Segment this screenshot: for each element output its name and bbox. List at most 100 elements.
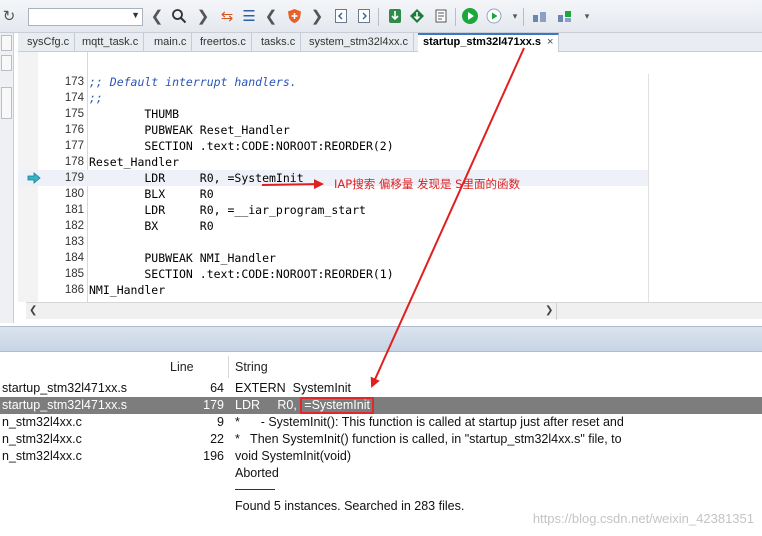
- result-line-number: 196: [203, 449, 224, 463]
- open-file-icon[interactable]: [332, 6, 350, 26]
- right-margin-guide: [648, 74, 649, 302]
- code-line[interactable]: 175 THUMB: [18, 106, 648, 122]
- debug-icon[interactable]: [432, 6, 450, 26]
- find-icon[interactable]: [170, 6, 188, 26]
- scroll-right-icon[interactable]: ❯: [545, 305, 553, 316]
- code-line[interactable]: 181 LDR R0, =__iar_program_start: [18, 202, 648, 218]
- code-text[interactable]: LDR R0, =SystemInit: [89, 170, 303, 186]
- run-icon[interactable]: [485, 6, 503, 26]
- result-string: * - SystemInit(): This function is calle…: [235, 415, 624, 429]
- line-number: 177: [64, 140, 84, 152]
- code-line[interactable]: 174;;: [18, 90, 648, 106]
- line-number: 178: [64, 156, 84, 168]
- result-line-number: 22: [210, 432, 224, 446]
- code-line[interactable]: 173 ;; Default interrupt handlers.: [18, 74, 648, 90]
- column-header-string[interactable]: String: [235, 360, 268, 376]
- result-row[interactable]: n_stm32l4xx.c 196 void SystemInit(void): [0, 448, 762, 465]
- code-editor[interactable]: 173;; Default interrupt handlers. 174;; 17…: [18, 52, 762, 322]
- code-text[interactable]: THUMB: [89, 106, 179, 122]
- code-text[interactable]: Reset_Handler: [89, 154, 179, 170]
- code-text[interactable]: LDR R0, =__iar_program_start: [89, 202, 366, 218]
- scroll-left-icon[interactable]: ❮: [29, 305, 37, 316]
- back-icon[interactable]: ❮: [148, 6, 166, 26]
- tab-label: mqtt_task.c: [82, 36, 139, 48]
- result-file: n_stm32l4xx.c: [2, 449, 82, 463]
- nav-right-icon[interactable]: ❯: [308, 6, 326, 26]
- result-string: LDR R0, =SystemInit: [235, 397, 374, 414]
- chevron-down-icon[interactable]: ▾: [578, 6, 596, 26]
- line-number: 175: [64, 108, 84, 120]
- result-row[interactable]: startup_stm32l471xx.s 64 EXTERN SystemInit: [0, 380, 762, 397]
- forward-icon[interactable]: ❯: [194, 6, 212, 26]
- find-in-files-results[interactable]: Line String startup_stm32l471xx.s 64 EXTER…: [0, 352, 762, 536]
- layout-icon[interactable]: [531, 6, 549, 26]
- close-icon[interactable]: ×: [547, 36, 553, 48]
- code-line[interactable]: 177 SECTION .text:CODE:NOROOT:REORDER(2): [18, 138, 648, 154]
- code-text[interactable]: ;; Default interrupt handlers.: [89, 74, 297, 90]
- toolbar-separator: [455, 8, 456, 26]
- code-line[interactable]: 176 PUBWEAK Reset_Handler: [18, 122, 648, 138]
- code-text[interactable]: SECTION .text:CODE:NOROOT:REORDER(2): [89, 138, 393, 154]
- chevron-down-icon[interactable]: ▼: [131, 10, 140, 20]
- find-combo[interactable]: ▼: [28, 8, 143, 26]
- code-line[interactable]: 184 PUBWEAK NMI_Handler: [18, 250, 648, 266]
- code-line[interactable]: 185 SECTION .text:CODE:NOROOT:REORDER(1): [18, 266, 648, 282]
- code-text[interactable]: ;;: [89, 90, 103, 106]
- code-text[interactable]: PUBWEAK NMI_Handler: [89, 250, 276, 266]
- code-line[interactable]: 182 BX R0: [18, 218, 648, 234]
- code-text[interactable]: NMI_Handler: [89, 282, 165, 298]
- code-line[interactable]: 178 Reset_Handler: [18, 154, 648, 170]
- left-panel-edge[interactable]: [0, 33, 14, 323]
- result-string: void SystemInit(void): [235, 449, 352, 463]
- result-row[interactable]: n_stm32l4xx.c 22 * Then SystemInit() funct…: [0, 431, 762, 448]
- code-line[interactable]: 186 NMI_Handler: [18, 282, 648, 298]
- save-file-icon[interactable]: [355, 6, 373, 26]
- result-row[interactable]: Aborted: [0, 465, 762, 482]
- code-line[interactable]: 180 BLX R0: [18, 186, 648, 202]
- chevron-down-icon[interactable]: ▾: [506, 6, 524, 26]
- layout-2-icon[interactable]: [556, 6, 574, 26]
- line-number: 183: [64, 236, 84, 248]
- tab-tasks[interactable]: tasks.c: [256, 33, 302, 52]
- result-file: n_stm32l4xx.c: [2, 432, 82, 446]
- result-file: n_stm32l4xx.c: [2, 415, 82, 429]
- panel-button[interactable]: [1, 87, 12, 119]
- result-row[interactable]: startup_stm32l471xx.s 179 LDR R0, =SystemI…: [0, 397, 762, 414]
- code-text[interactable]: BLX R0: [89, 186, 213, 202]
- tab-system-stm32l4xx[interactable]: system_stm32l4xx.c: [304, 33, 415, 52]
- result-file: startup_stm32l471xx.s: [2, 398, 128, 412]
- tab-mqtt-task[interactable]: mqtt_task.c: [77, 33, 145, 52]
- tab-startup-stm32l471xx[interactable]: startup_stm32l471xx.s ×: [418, 33, 560, 52]
- go-icon[interactable]: [461, 6, 479, 26]
- panel-button[interactable]: [1, 55, 12, 71]
- code-text[interactable]: SECTION .text:CODE:NOROOT:REORDER(1): [89, 266, 393, 282]
- pane-splitter[interactable]: [0, 326, 762, 352]
- tab-main[interactable]: main.c: [149, 33, 193, 52]
- separator-rule: [235, 489, 275, 490]
- refresh-icon[interactable]: ↻: [0, 6, 18, 26]
- tab-syscfg[interactable]: sysCfg.c: [22, 33, 76, 52]
- horizontal-scrollbar[interactable]: ❮ ❯: [26, 302, 762, 320]
- next-bookmark-icon[interactable]: ☰: [240, 6, 258, 26]
- line-number: 173: [64, 76, 84, 88]
- code-line[interactable]: 179 LDR R0, =SystemInit: [18, 170, 648, 186]
- download-debug-icon[interactable]: [408, 6, 426, 26]
- tab-freertos[interactable]: freertos.c: [195, 33, 252, 52]
- code-text[interactable]: PUBWEAK Reset_Handler: [89, 122, 289, 138]
- download-icon[interactable]: [386, 6, 404, 26]
- result-line-number: 9: [217, 415, 224, 429]
- code-text[interactable]: BX R0: [89, 218, 213, 234]
- result-row[interactable]: n_stm32l4xx.c 9 * - SystemInit(): This fun…: [0, 414, 762, 431]
- shield-icon[interactable]: [285, 6, 303, 26]
- toggle-bookmark-icon[interactable]: ⇆: [218, 6, 236, 26]
- tab-label: main.c: [154, 36, 187, 48]
- column-header-line[interactable]: Line: [170, 360, 194, 376]
- nav-left-icon[interactable]: ❮: [262, 6, 280, 26]
- toolbar: ↻ ▼ ❮ ❯ ⇆ ☰ ❮ ❯ ▾ ▾: [0, 0, 762, 33]
- line-number: 179: [64, 172, 84, 184]
- line-number: 186: [64, 284, 84, 296]
- code-line[interactable]: 183: [18, 234, 648, 250]
- column-divider[interactable]: [228, 356, 229, 378]
- panel-button[interactable]: [1, 35, 12, 51]
- code-lines[interactable]: 173;; Default interrupt handlers. 174;; 17…: [18, 74, 648, 298]
